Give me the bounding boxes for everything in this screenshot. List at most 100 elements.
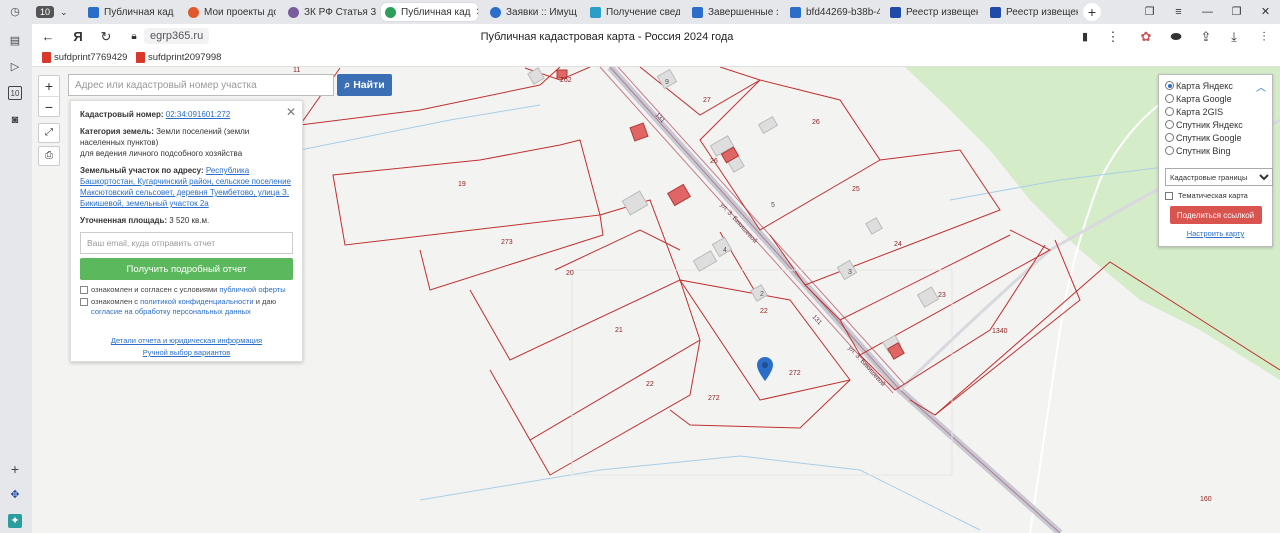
bookmark-icon[interactable]: ▮ [1077, 29, 1093, 45]
thematic-map-toggle[interactable]: Тематическая карта [1165, 191, 1266, 200]
plot-label: 23 [938, 292, 946, 299]
layer-option[interactable]: Карта Яндекс [1165, 79, 1266, 92]
gov-icon[interactable]: ✥ [8, 488, 22, 502]
search-input[interactable] [68, 74, 334, 96]
camera-icon[interactable]: ◙ [8, 113, 22, 127]
use-value: для ведения личного подсобного хозяйства [80, 149, 243, 158]
tab-item[interactable]: Завершенные за [688, 3, 778, 21]
cadnum-label: Кадастровый номер: [80, 110, 164, 119]
tab-favicon-icon [590, 6, 601, 18]
menu-icon[interactable]: ≡ [1164, 0, 1193, 24]
layer-option[interactable]: Спутник Bing [1165, 144, 1266, 157]
counter-icon[interactable]: 10 [8, 86, 22, 100]
zoom-in-button[interactable]: + [39, 76, 59, 96]
bookmark-item[interactable]: sufdprint2097998 [136, 52, 221, 63]
bookmarks-bar: sufdprint7769429 sufdprint2097998 [32, 50, 1280, 67]
close-tab-icon[interactable]: ✕ [475, 7, 478, 18]
download-icon[interactable]: ⤓ [1226, 29, 1242, 45]
tab-item[interactable]: Реестр извещен [986, 3, 1078, 21]
plot-label: 4 [723, 247, 727, 254]
more-icon[interactable]: ⋮ [1105, 29, 1121, 45]
plot-label: 272 [789, 370, 801, 377]
close-window-icon[interactable]: ✕ [1251, 0, 1280, 24]
tab-counter[interactable]: 10 ⌄ [32, 3, 76, 21]
play-icon[interactable]: ▷ [8, 60, 22, 74]
plot-label: 19 [458, 181, 466, 188]
shield-icon[interactable]: ⬬ [1168, 29, 1184, 45]
history-icon[interactable]: ◷ [8, 5, 22, 19]
share-link-button[interactable]: Поделиться ссылкой [1169, 206, 1262, 224]
layer-option[interactable]: Карта Google [1165, 92, 1266, 105]
bookmarks-icon[interactable]: ❐ [1135, 0, 1164, 24]
page-title: Публичная кадастровая карта - Россия 202… [480, 31, 734, 43]
get-report-button[interactable]: Получить подробный отчет [80, 258, 293, 280]
plot-label: 11 [293, 67, 300, 74]
offer-agreement: ознакомлен и согласен с условиями публич… [80, 285, 293, 295]
category-label: Категория земель: [80, 127, 154, 136]
address-bar: ← Я ↻ 🔒︎ egrp365.ru Публичная кадастрова… [32, 24, 1280, 50]
consent-link[interactable]: согласие на обработку персональных данны… [91, 307, 251, 316]
plot-label: 1340 [992, 328, 1008, 335]
boundaries-select[interactable]: Кадастровые границы [1165, 168, 1273, 186]
search-button[interactable]: ⌕ Найти [337, 74, 392, 96]
area-label: Уточненная площадь: [80, 216, 168, 225]
location-marker-icon[interactable] [757, 357, 773, 381]
fullscreen-button[interactable]: ⤢ [38, 123, 60, 143]
close-icon[interactable]: ✕ [286, 105, 296, 119]
tab-bar: 10 ⌄ Публичная када Мои проекты до ЗК РФ… [0, 0, 1280, 24]
radio-checked[interactable] [1165, 81, 1174, 90]
tab-item[interactable]: Публичная када [84, 3, 174, 21]
radio[interactable] [1165, 133, 1174, 142]
privacy-link[interactable]: политикой конфиденциальности [140, 297, 253, 306]
tab-item[interactable]: Реестр извещен [886, 3, 978, 21]
tab-favicon-icon [790, 6, 801, 18]
tab-favicon-icon [490, 6, 501, 18]
collections-icon[interactable]: ▤ [8, 34, 22, 48]
radio[interactable] [1165, 146, 1174, 155]
tab-item[interactable]: ЗК РФ Статья 39 [284, 3, 376, 21]
manual-select-link[interactable]: Ручной выбор вариантов [80, 347, 293, 359]
stream-line [419, 455, 981, 531]
bookmark-item[interactable]: sufdprint7769429 [42, 52, 127, 63]
privacy-checkbox[interactable] [80, 298, 88, 306]
tab-favicon-icon [88, 6, 99, 18]
parcel-info-card: ✕ Кадастровый номер: 02:34:091601:272 Ка… [70, 100, 303, 362]
layer-option[interactable]: Спутник Google [1165, 131, 1266, 144]
layer-option[interactable]: Карта 2GIS [1165, 105, 1266, 118]
browser-sidebar: ◷ ▤ ▷ 10 ◙ + ✥ ✦ [0, 0, 32, 533]
app-icon[interactable]: ✦ [8, 514, 22, 528]
email-field[interactable] [80, 232, 293, 254]
layer-option[interactable]: Спутник Яндекс [1165, 118, 1266, 131]
tab-item[interactable]: Получение свед [586, 3, 680, 21]
zoom-out-button[interactable]: − [39, 96, 59, 116]
new-tab-button[interactable]: + [1083, 3, 1101, 21]
buildings [527, 67, 940, 354]
plot-label: 26 [710, 158, 718, 165]
area-value: 3 520 кв.м. [169, 216, 210, 225]
plot-label: 25 [852, 186, 860, 193]
chevron-up-icon[interactable]: ︿ [1256, 79, 1266, 94]
tab-item[interactable]: Заявки :: Имущ [486, 3, 578, 21]
tab-favicon-icon [890, 6, 901, 18]
offer-link[interactable]: публичной оферты [219, 285, 285, 294]
radio[interactable] [1165, 120, 1174, 129]
radio[interactable] [1165, 107, 1174, 116]
add-icon[interactable]: + [8, 462, 22, 476]
configure-map-link[interactable]: Настроить карту [1165, 229, 1266, 238]
minimize-icon[interactable]: — [1193, 0, 1222, 24]
details-link[interactable]: Детали отчета и юридическая информация [80, 335, 293, 347]
offer-checkbox[interactable] [80, 286, 88, 294]
print-icon: ⎙ [45, 150, 53, 161]
cadnum-link[interactable]: 02:34:091601:272 [166, 110, 231, 119]
sidebar-icon[interactable]: ⫶ [1256, 29, 1272, 45]
share-icon[interactable]: ⇪ [1198, 29, 1214, 45]
tab-item[interactable]: Мои проекты до [184, 3, 276, 21]
tab-item-active[interactable]: Публичная кад✕ [381, 3, 478, 21]
thematic-checkbox[interactable] [1165, 191, 1173, 200]
extension-icon[interactable]: ✿ [1138, 29, 1154, 45]
radio[interactable] [1165, 94, 1174, 103]
restore-icon[interactable]: ❐ [1222, 0, 1251, 24]
print-button[interactable]: ⎙ [38, 146, 60, 166]
pdf-icon [42, 52, 51, 63]
tab-item[interactable]: bfd44269-b38b-4 [786, 3, 880, 21]
